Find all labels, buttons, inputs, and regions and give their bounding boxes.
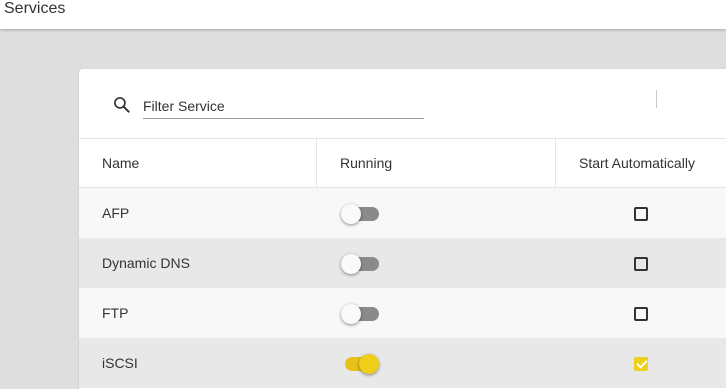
- table-row[interactable]: FTP: [79, 288, 726, 338]
- start-automatically-checkbox[interactable]: [634, 207, 648, 221]
- filter-service-input[interactable]: [143, 93, 424, 119]
- toggle-knob: [341, 204, 361, 224]
- toggle-knob: [341, 254, 361, 274]
- search-icon[interactable]: [112, 95, 132, 115]
- service-name: Dynamic DNS: [102, 255, 190, 271]
- table-row[interactable]: AFP: [79, 188, 726, 238]
- running-toggle[interactable]: [341, 204, 379, 224]
- table-row[interactable]: iSCSI: [79, 338, 726, 388]
- check-icon: [636, 357, 648, 369]
- column-header-running[interactable]: Running: [317, 139, 556, 187]
- start-automatically-checkbox[interactable]: [634, 257, 648, 271]
- services-card: Name Running Start Automatically AFP Dyna…: [79, 69, 726, 389]
- running-toggle[interactable]: [341, 254, 379, 274]
- service-name: AFP: [102, 205, 130, 221]
- page-title: Services: [4, 0, 66, 17]
- start-automatically-checkbox[interactable]: [634, 357, 648, 371]
- running-toggle[interactable]: [341, 304, 379, 324]
- column-header-start-automatically[interactable]: Start Automatically: [556, 139, 726, 187]
- service-name: FTP: [102, 305, 129, 321]
- toggle-knob: [341, 304, 361, 324]
- table-row[interactable]: Dynamic DNS: [79, 238, 726, 288]
- toggle-knob: [359, 354, 379, 374]
- table-header: Name Running Start Automatically: [79, 138, 726, 188]
- service-name: iSCSI: [102, 355, 138, 371]
- running-toggle[interactable]: [341, 354, 379, 374]
- column-header-name[interactable]: Name: [79, 139, 317, 187]
- start-automatically-checkbox[interactable]: [634, 307, 648, 321]
- top-bar: Services: [0, 0, 726, 29]
- toolbar-divider: [656, 90, 657, 108]
